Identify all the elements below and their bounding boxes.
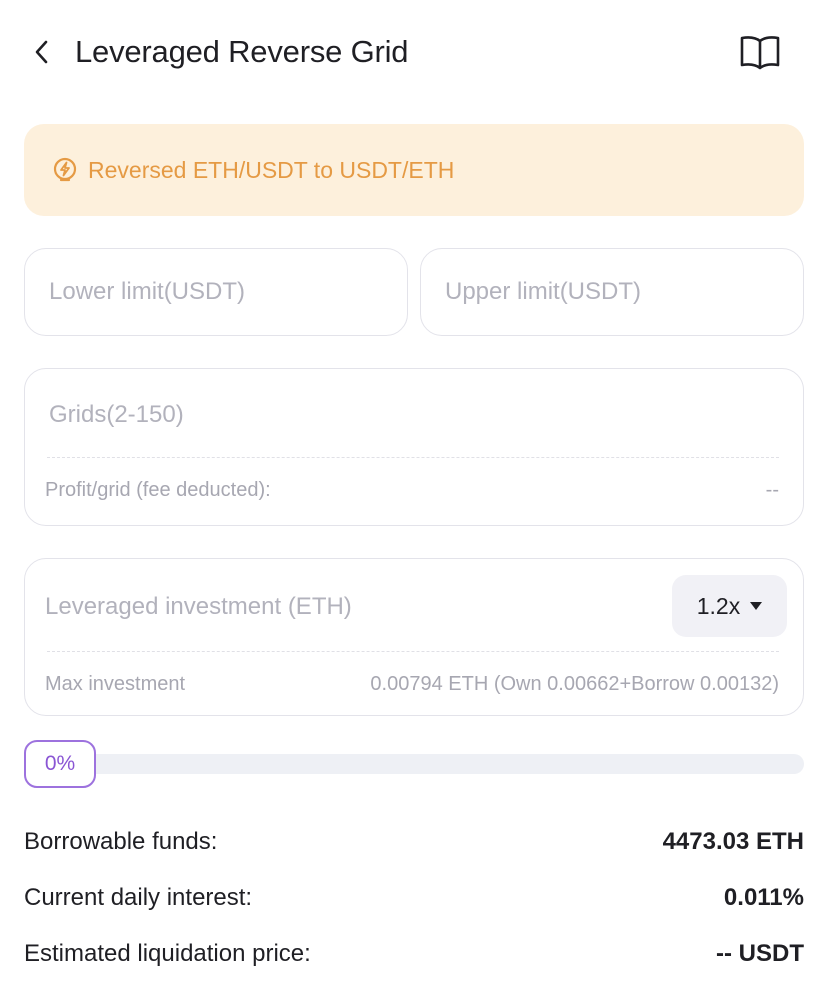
liquidation-price-value: -- USDT	[716, 940, 804, 967]
upper-limit-field[interactable]	[420, 248, 804, 336]
daily-interest-value: 0.011%	[723, 884, 804, 911]
grids-field: Profit/grid (fee deducted): --	[24, 368, 804, 526]
lower-limit-field[interactable]	[24, 248, 408, 336]
liquidation-price-row: Estimated liquidation price: -- USDT	[24, 936, 804, 972]
max-investment-label: Max investment	[45, 673, 186, 695]
borrowable-funds-label: Borrowable funds:	[24, 828, 218, 855]
lower-limit-input[interactable]	[49, 278, 383, 306]
slider-thumb[interactable]: 0%	[24, 740, 96, 788]
daily-interest-label: Current daily interest:	[24, 884, 253, 911]
max-investment-row: Max investment 0.00794 ETH (Own 0.00662+…	[45, 673, 779, 696]
investment-slider[interactable]: 0%	[24, 740, 804, 788]
leverage-select[interactable]: 1.2x	[672, 575, 787, 637]
lightning-icon	[50, 155, 80, 185]
header: Leveraged Reverse Grid	[0, 0, 828, 104]
leverage-value: 1.2x	[696, 592, 741, 619]
profit-per-grid-row: Profit/grid (fee deducted): --	[45, 479, 779, 502]
profit-per-grid-label: Profit/grid (fee deducted):	[45, 479, 271, 501]
caret-down-icon	[750, 602, 763, 610]
liquidation-price-label: Estimated liquidation price:	[24, 940, 311, 967]
slider-track[interactable]	[24, 754, 804, 774]
investment-input[interactable]	[45, 587, 605, 627]
daily-interest-row: Current daily interest: 0.011%	[24, 880, 804, 916]
investment-field: 1.2x Max investment 0.00794 ETH (Own 0.0…	[24, 558, 804, 716]
book-open-icon	[740, 36, 780, 70]
max-investment-value: 0.00794 ETH (Own 0.00662+Borrow 0.00132)	[370, 673, 779, 695]
guide-button[interactable]	[736, 30, 784, 74]
grids-input[interactable]	[49, 395, 649, 435]
upper-limit-input[interactable]	[445, 278, 779, 306]
profit-per-grid-value: --	[765, 479, 779, 501]
reverse-notice-banner: Reversed ETH/USDT to USDT/ETH	[24, 124, 804, 216]
divider	[47, 457, 779, 458]
divider	[47, 651, 779, 652]
borrowable-funds-value: 4473.03 ETH	[662, 828, 804, 855]
chevron-left-icon	[35, 40, 48, 64]
back-button[interactable]	[26, 34, 58, 70]
page-title: Leveraged Reverse Grid	[75, 34, 409, 69]
borrowable-funds-row: Borrowable funds: 4473.03 ETH	[24, 824, 804, 860]
notice-text: Reversed ETH/USDT to USDT/ETH	[88, 156, 455, 183]
